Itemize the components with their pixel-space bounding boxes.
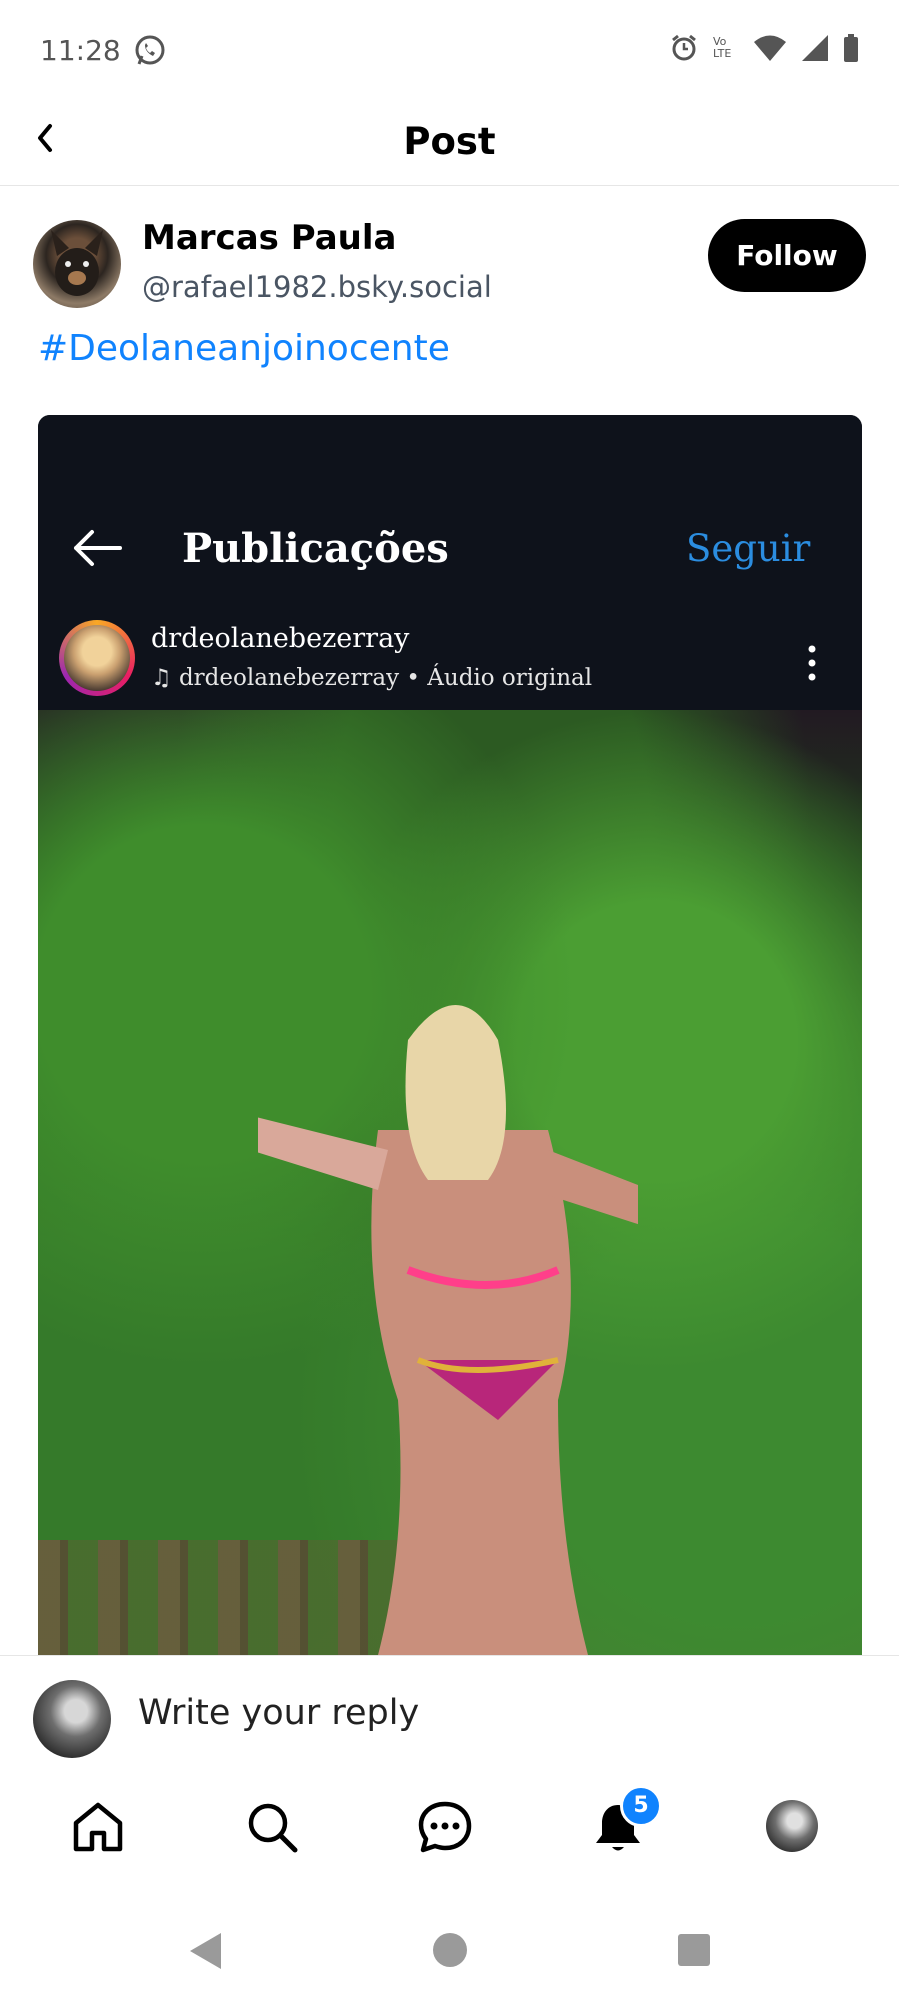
status-time: 11:28 xyxy=(40,34,121,67)
volte-icon: Vo LTE xyxy=(713,35,732,60)
home-circle-icon[interactable] xyxy=(431,1931,469,1969)
home-icon[interactable] xyxy=(68,1797,128,1857)
author-avatar[interactable] xyxy=(33,220,121,308)
embedded-photo-scene xyxy=(38,710,862,1655)
embedded-avatar xyxy=(59,620,135,696)
status-bar: 11:28 Vo LTE xyxy=(0,0,899,100)
status-icons: Vo LTE xyxy=(669,33,859,63)
music-note-icon: ♫ xyxy=(151,665,179,691)
signal-icon xyxy=(802,35,828,61)
system-nav-bar xyxy=(0,1881,899,2000)
dog-avatar-image xyxy=(51,230,103,296)
notification-count-badge: 5 xyxy=(620,1785,662,1827)
wifi-icon xyxy=(754,35,786,61)
embedded-audio-row: ♫ drdeolanebezerray • Áudio original xyxy=(151,665,592,691)
post-hashtag-link[interactable]: #Deolaneanjoinocente xyxy=(38,328,450,369)
embedded-audio-text: drdeolanebezerray • Áudio original xyxy=(178,665,593,691)
whatsapp-icon xyxy=(135,35,165,65)
page-title: Post xyxy=(403,120,496,163)
embedded-title: Publicações xyxy=(182,525,449,572)
battery-icon xyxy=(844,34,858,62)
embedded-avatar-photo xyxy=(64,625,130,691)
chat-icon[interactable] xyxy=(415,1797,475,1857)
embedded-screenshot-header: Publicações Seguir drdeolanebezerray ♫ d… xyxy=(38,415,862,710)
app-header: Post xyxy=(0,100,899,186)
reply-bar xyxy=(0,1655,899,1772)
recents-square-icon[interactable] xyxy=(677,1933,711,1967)
author-handle[interactable]: @rafael1982.bsky.social xyxy=(142,270,492,304)
post-image[interactable]: Publicações Seguir drdeolanebezerray ♫ d… xyxy=(38,415,862,1655)
person-figure xyxy=(258,1005,638,1655)
search-icon[interactable] xyxy=(242,1797,302,1857)
arrow-left-icon xyxy=(74,530,122,566)
embedded-username: drdeolanebezerray xyxy=(151,623,410,654)
current-user-avatar xyxy=(33,1680,111,1758)
author-name[interactable]: Marcas Paula xyxy=(142,218,396,258)
reply-input[interactable] xyxy=(138,1688,738,1738)
back-triangle-icon[interactable] xyxy=(187,1931,223,1971)
profile-avatar[interactable] xyxy=(766,1800,818,1852)
alarm-icon xyxy=(672,34,696,61)
more-vertical-icon xyxy=(808,645,816,681)
bottom-nav xyxy=(0,1771,899,1881)
embedded-follow-text: Seguir xyxy=(686,527,811,570)
follow-button[interactable]: Follow xyxy=(708,219,866,292)
